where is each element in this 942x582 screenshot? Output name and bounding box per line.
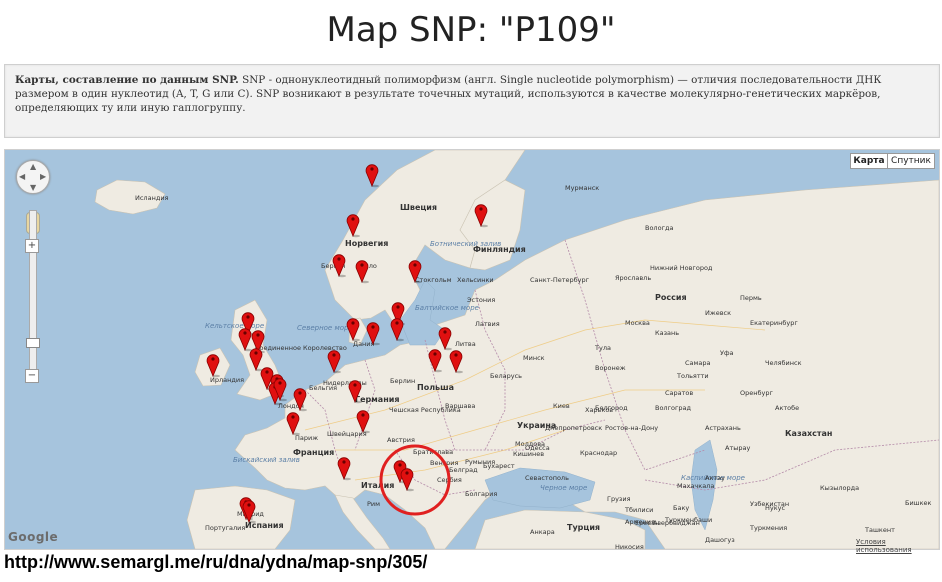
map-label: Казахстан	[785, 429, 832, 438]
map-label: Саратов	[665, 389, 693, 397]
map-label: Краснодар	[580, 449, 617, 457]
map-label: Ростов-на-Дону	[605, 424, 658, 432]
map-label: Тбилиси	[624, 506, 653, 514]
map-label: Латвия	[475, 320, 500, 328]
map-label: Челябинск	[765, 359, 802, 367]
map-label: Анкара	[530, 528, 555, 536]
map-label: Белград	[449, 466, 478, 474]
map-label: Киев	[553, 402, 570, 410]
map-label: Ярославль	[615, 274, 651, 282]
google-logo: Google	[8, 530, 59, 544]
description-box: Карты, составление по данным SNP. SNP - …	[4, 64, 940, 138]
map-label: Россия	[655, 293, 687, 302]
map-label: Эстония	[467, 296, 495, 304]
map-label: Бухарест	[483, 462, 515, 470]
map-label: Северное море	[297, 324, 353, 332]
zoom-slider-thumb[interactable]	[26, 338, 40, 348]
map-label: Ташкент	[864, 526, 895, 534]
map-label: Оренбург	[740, 389, 773, 397]
map-label: Туркмения	[749, 524, 787, 532]
map-label: Тула	[594, 344, 611, 352]
map-label: Бишкек	[905, 499, 932, 507]
map-label: Балтийское море	[415, 304, 479, 312]
map-label: Нижний Новгород	[650, 264, 713, 272]
map-label: Ботнический залив	[430, 240, 501, 248]
map-label: Мурманск	[565, 184, 599, 192]
map-label: Хельсинки	[457, 276, 494, 284]
map-label: Махачкала	[677, 482, 714, 490]
page-title: Map SNP: "P109"	[326, 10, 616, 50]
map-label: Турция	[567, 523, 600, 532]
map-label: Бельгия	[309, 384, 337, 392]
map-label: Беларусь	[490, 372, 522, 380]
map-label: Рим	[367, 500, 380, 508]
map-label: Ирландия	[210, 376, 244, 384]
map-label: Швеция	[400, 203, 437, 212]
map-label: Севастополь	[525, 474, 569, 482]
map-label: Минск	[523, 354, 545, 362]
map-label: Санкт-Петербург	[530, 276, 590, 284]
map-label: Пермь	[740, 294, 762, 302]
map-label: Воронеж	[595, 364, 626, 372]
map-label: Волгоград	[655, 404, 692, 412]
map-label: Вологда	[645, 224, 673, 232]
map-label: Дания	[353, 340, 375, 348]
map-label: Астрахань	[705, 424, 741, 432]
map-label: Никосия	[615, 543, 644, 549]
map-marker-pin[interactable]	[390, 318, 404, 342]
map-label: Актобе	[775, 404, 799, 412]
map-label: Норвегия	[345, 239, 388, 248]
map-label: Австрия	[387, 436, 415, 444]
pan-control[interactable]: ▲ ▼ ◀ ▶	[16, 160, 50, 194]
pan-right-arrow[interactable]: ▶	[40, 172, 46, 181]
map-graphic[interactable]: ИсландияШвецияФинляндияНорвегияОслоБерге…	[5, 150, 939, 549]
map-label: Самара	[685, 359, 711, 367]
map-label: Италия	[361, 481, 394, 490]
map-label: Баку	[673, 504, 689, 512]
map-label: Париж	[295, 434, 318, 442]
pan-left-arrow[interactable]: ◀	[19, 172, 25, 181]
map-label: Швейцария	[327, 430, 367, 438]
map-label: Екатеринбург	[750, 319, 798, 327]
map-label: Португалия	[205, 524, 245, 532]
map-label: Варшава	[445, 402, 475, 410]
map-label: Германия	[355, 395, 399, 404]
map-label: Днепропетровск	[545, 424, 602, 432]
map-label: Харьков	[585, 406, 613, 414]
map-label: Польша	[417, 383, 454, 392]
zoom-in-button[interactable]: +	[25, 239, 39, 253]
map-label: Кельтское море	[205, 322, 264, 330]
terms-link[interactable]: Условия использования	[856, 538, 942, 554]
map-label: Уфа	[720, 349, 734, 357]
map-label: Кишинев	[513, 450, 544, 458]
map-label: Дашогуз	[705, 536, 735, 544]
map-label: Атырау	[725, 444, 750, 452]
map-label: Черное море	[540, 484, 587, 492]
map-label: Ереван	[635, 519, 659, 527]
map-label: Болгария	[465, 490, 497, 498]
map-label: Кызылорда	[820, 484, 859, 492]
map-label: Актау	[705, 474, 725, 482]
map-label: Бискайский залив	[233, 456, 300, 464]
map-label: Исландия	[135, 194, 169, 202]
map-marker-pin[interactable]	[365, 164, 379, 188]
zoom-out-button[interactable]: −	[25, 369, 39, 383]
map-label: Туркменбаши	[664, 516, 712, 524]
map-label: Тольятти	[676, 372, 709, 380]
pan-down-arrow[interactable]: ▼	[30, 183, 36, 192]
map-label: Ижевск	[705, 309, 731, 317]
map-label: Литва	[455, 340, 476, 348]
map-label: Грузия	[607, 495, 631, 503]
map-label: Нукус	[765, 504, 786, 512]
pan-up-arrow[interactable]: ▲	[30, 162, 36, 171]
map-canvas[interactable]: Исландия Швеция Финляндия Норвегия Осло Берге…	[4, 149, 940, 550]
map-type-satellite-button[interactable]: Спутник	[887, 153, 935, 169]
map-label: Москва	[625, 319, 650, 327]
source-url[interactable]: http://www.semargl.me/ru/dna/ydna/map-sn…	[4, 552, 427, 573]
map-type-map-button[interactable]: Карта	[850, 153, 888, 169]
map-label: Берлин	[390, 377, 415, 385]
map-label: Казань	[655, 329, 679, 337]
zoom-slider-rail[interactable]	[29, 210, 37, 382]
description-bold: Карты, составление по данным SNP.	[15, 74, 239, 86]
